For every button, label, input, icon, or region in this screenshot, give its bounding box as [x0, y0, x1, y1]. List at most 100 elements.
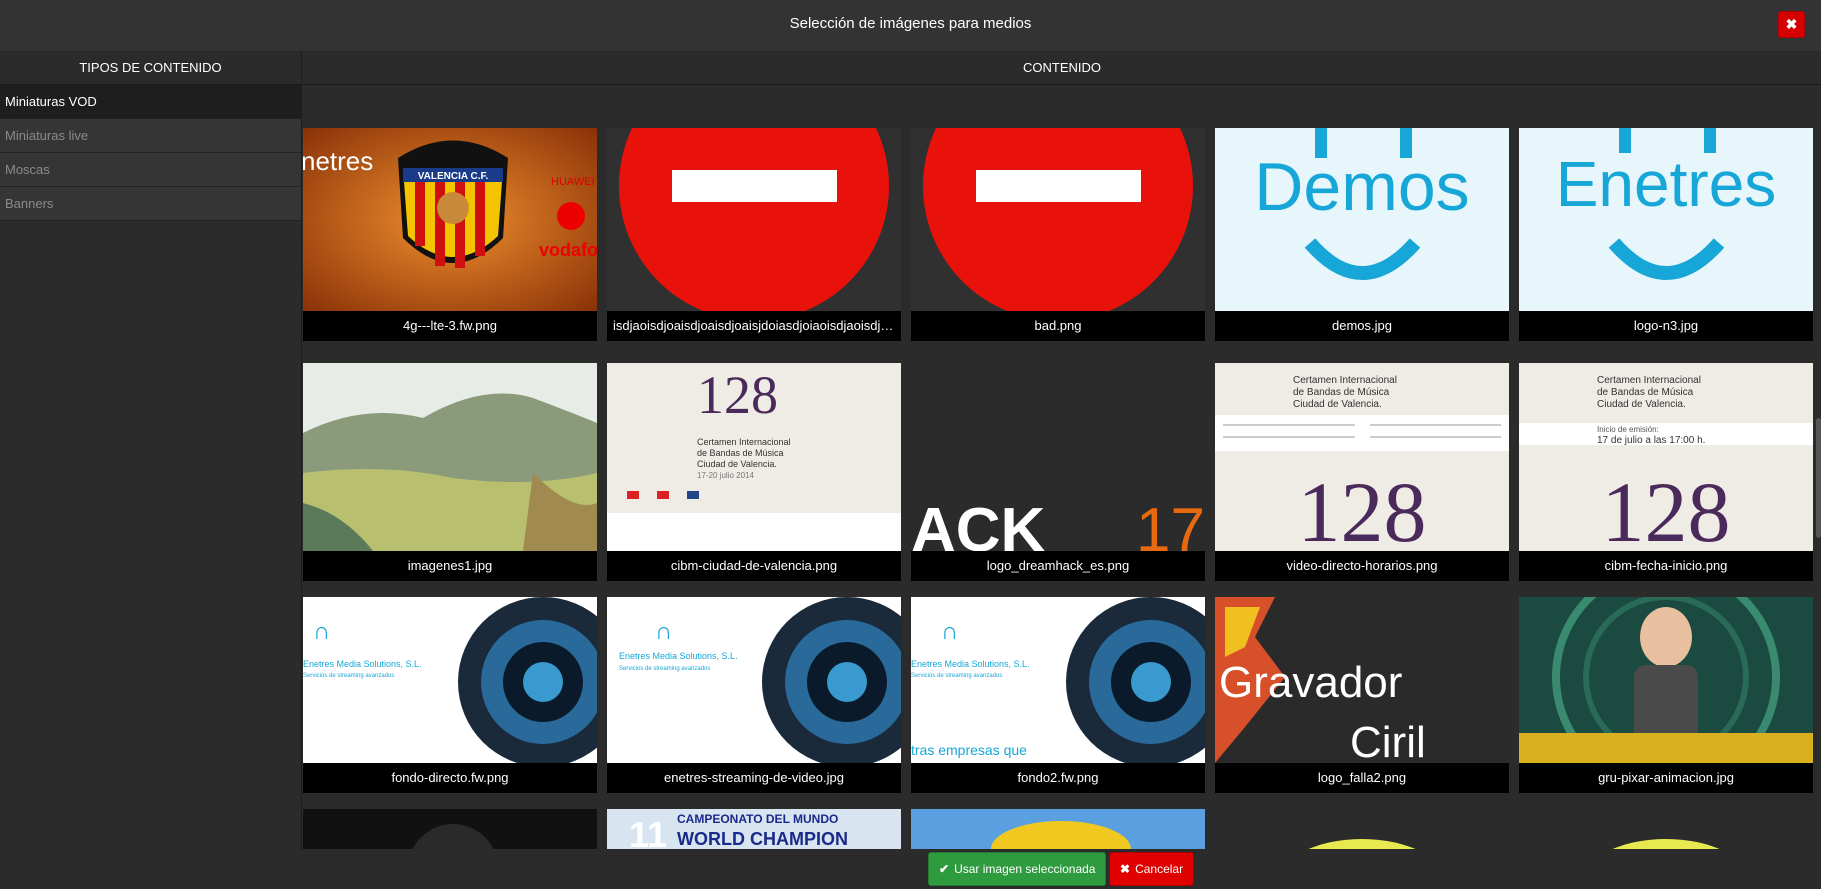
image-card[interactable]: ∩ Enetres Media Solutions, S.L. Servicio… — [607, 597, 901, 793]
cancel-button[interactable]: ✖ Cancelar — [1109, 852, 1195, 886]
svg-text:Enetres Media Solutions, S.L.: Enetres Media Solutions, S.L. — [911, 659, 1030, 669]
image-thumbnail: Demos — [1215, 128, 1509, 311]
image-thumbnail — [1519, 809, 1813, 849]
svg-text:HUAWEI: HUAWEI — [551, 176, 595, 188]
image-name: isdjaoisdjoaisdjoaisdjoaisjdoiasdjoiaois… — [607, 311, 901, 341]
svg-text:de Bandas de Música: de Bandas de Música — [1597, 387, 1694, 398]
image-card[interactable]: gru-pixar-animacion.jpg — [1519, 597, 1813, 793]
svg-text:CAMPEONATO DEL MUNDO: CAMPEONATO DEL MUNDO — [677, 812, 838, 826]
svg-text:Certamen Internacional: Certamen Internacional — [1597, 375, 1701, 386]
close-icon: ✖ — [1785, 16, 1798, 32]
image-thumbnail — [607, 128, 901, 311]
svg-text:Servicios de streaming avanzad: Servicios de streaming avanzados — [303, 673, 394, 679]
image-name: video-directo-horarios.png — [1215, 551, 1509, 581]
svg-text:Gravador: Gravador — [1219, 658, 1402, 707]
image-thumbnail: ∩ Enetres Media Solutions, S.L. Servicio… — [607, 597, 901, 763]
image-card[interactable]: bad.png — [911, 128, 1205, 341]
check-icon: ✔ — [939, 862, 950, 876]
svg-text:Inicio de emisión:: Inicio de emisión: — [1597, 425, 1659, 434]
svg-text:Servicios de streaming avanzad: Servicios de streaming avanzados — [619, 666, 710, 672]
sidebar-item-miniaturas-vod[interactable]: Miniaturas VOD — [0, 85, 301, 119]
sidebar-item-banners[interactable]: Banners — [0, 187, 301, 221]
image-card[interactable]: Certamen Internacional de Bandas de Músi… — [1519, 363, 1813, 581]
svg-text:Ciudad de Valencia.: Ciudad de Valencia. — [1293, 399, 1382, 410]
svg-text:VALENCIA C.F.: VALENCIA C.F. — [418, 171, 489, 182]
svg-text:ACK: ACK — [911, 496, 1046, 551]
scrollbar[interactable] — [1815, 128, 1821, 849]
image-card[interactable]: 128 Certamen Internacional de Bandas de … — [607, 363, 901, 581]
cancel-label: Cancelar — [1135, 862, 1184, 876]
svg-text:17: 17 — [1136, 496, 1205, 551]
svg-text:∩: ∩ — [941, 618, 958, 645]
image-thumbnail: ∩ Enetres Media Solutions, S.L. Servicio… — [911, 597, 1205, 763]
svg-text:Enetres Media Solutions, S.L.: Enetres Media Solutions, S.L. — [303, 659, 422, 669]
sidebar-item-moscas[interactable]: Moscas — [0, 153, 301, 187]
image-thumbnail: Gravador Ciril — [1215, 597, 1509, 763]
svg-text:∩: ∩ — [313, 618, 330, 645]
image-card[interactable]: Demos demos.jpg — [1215, 128, 1509, 341]
svg-text:Enetres Media Solutions, S.L.: Enetres Media Solutions, S.L. — [619, 651, 738, 661]
svg-text:Ciudad de Valencia.: Ciudad de Valencia. — [1597, 399, 1686, 410]
image-card[interactable]: ACK 17 logo_dreamhack_es.png — [911, 363, 1205, 581]
svg-text:netres: netres — [303, 146, 373, 176]
svg-text:Certamen Internacional: Certamen Internacional — [697, 437, 791, 447]
svg-text:vodafone: vodafone — [539, 240, 597, 260]
svg-text:128: 128 — [1298, 464, 1427, 551]
sidebar-item-miniaturas-live[interactable]: Miniaturas live — [0, 119, 301, 153]
sidebar-title: TIPOS DE CONTENIDO — [0, 51, 301, 85]
scrollbar-thumb[interactable] — [1816, 418, 1821, 538]
image-card[interactable]: netres VALENCIA C.F. HUAWEI vodafone 4g-… — [303, 128, 597, 341]
svg-text:tras empresas que: tras empresas que — [911, 742, 1027, 758]
image-thumbnail — [911, 809, 1205, 849]
svg-text:∩: ∩ — [655, 618, 672, 645]
image-card[interactable]: Gravador Ciril logo_falla2.png — [1215, 597, 1509, 793]
modal-header: Selección de imágenes para medios ✖ — [0, 0, 1821, 52]
image-name: cibm-ciudad-de-valencia.png — [607, 551, 901, 581]
image-card[interactable]: ∩ Enetres Media Solutions, S.L. Servicio… — [303, 597, 597, 793]
svg-text:Servicios de streaming avanzad: Servicios de streaming avanzados — [911, 673, 1002, 679]
image-card[interactable] — [1519, 809, 1813, 849]
image-card[interactable]: Certamen Internacional de Bandas de Músi… — [1215, 363, 1509, 581]
image-card[interactable]: Enetres logo-n3.jpg — [1519, 128, 1813, 341]
image-card[interactable] — [1215, 809, 1509, 849]
image-card[interactable]: imagenes1.jpg — [303, 363, 597, 581]
image-name: fondo2.fw.png — [911, 763, 1205, 793]
close-icon: ✖ — [1120, 862, 1131, 876]
image-thumbnail: ACK 17 — [911, 363, 1205, 551]
svg-text:17-20 julio 2014: 17-20 julio 2014 — [697, 471, 754, 480]
use-selected-image-label: Usar imagen seleccionada — [954, 862, 1096, 876]
close-button[interactable]: ✖ — [1778, 11, 1805, 38]
image-thumbnail: Certamen Internacional de Bandas de Músi… — [1215, 363, 1509, 551]
image-name: 4g---lte-3.fw.png — [303, 311, 597, 341]
image-name: demos.jpg — [1215, 311, 1509, 341]
image-thumbnail: netres VALENCIA C.F. HUAWEI vodafone — [303, 128, 597, 311]
image-thumbnail — [1215, 809, 1509, 849]
image-thumbnail — [911, 128, 1205, 311]
image-thumbnail: CAMPEONATO DEL MUNDO WORLD CHAMPION 11 — [607, 809, 901, 849]
svg-text:Demos: Demos — [1254, 149, 1469, 225]
image-name: imagenes1.jpg — [303, 551, 597, 581]
image-card[interactable] — [303, 809, 597, 849]
use-selected-image-button[interactable]: ✔ Usar imagen seleccionada — [928, 852, 1107, 886]
svg-text:de Bandas de Música: de Bandas de Música — [1293, 387, 1390, 398]
svg-text:128: 128 — [697, 365, 778, 425]
svg-text:Certamen Internacional: Certamen Internacional — [1293, 375, 1397, 386]
svg-text:de Bandas de Música: de Bandas de Música — [697, 448, 784, 458]
image-name: cibm-fecha-inicio.png — [1519, 551, 1813, 581]
content-type-sidebar: TIPOS DE CONTENIDO Miniaturas VOD Miniat… — [0, 51, 301, 889]
content-title: CONTENIDO — [302, 51, 1821, 85]
image-name: enetres-streaming-de-video.jpg — [607, 763, 901, 793]
image-card[interactable]: isdjaoisdjoaisdjoaisdjoaisjdoiasdjoiaois… — [607, 128, 901, 341]
image-card[interactable] — [911, 809, 1205, 849]
image-thumbnail — [303, 363, 597, 551]
modal-title: Selección de imágenes para medios — [789, 15, 1032, 32]
svg-text:11: 11 — [629, 814, 667, 849]
image-name: fondo-directo.fw.png — [303, 763, 597, 793]
modal-footer: ✔ Usar imagen seleccionada ✖ Cancelar — [301, 849, 1821, 889]
image-name: logo_dreamhack_es.png — [911, 551, 1205, 581]
image-thumbnail: Enetres — [1519, 128, 1813, 311]
image-thumbnail: ∩ Enetres Media Solutions, S.L. Servicio… — [303, 597, 597, 763]
image-name: logo-n3.jpg — [1519, 311, 1813, 341]
image-card[interactable]: CAMPEONATO DEL MUNDO WORLD CHAMPION 11 — [607, 809, 901, 849]
image-card[interactable]: ∩ Enetres Media Solutions, S.L. Servicio… — [911, 597, 1205, 793]
